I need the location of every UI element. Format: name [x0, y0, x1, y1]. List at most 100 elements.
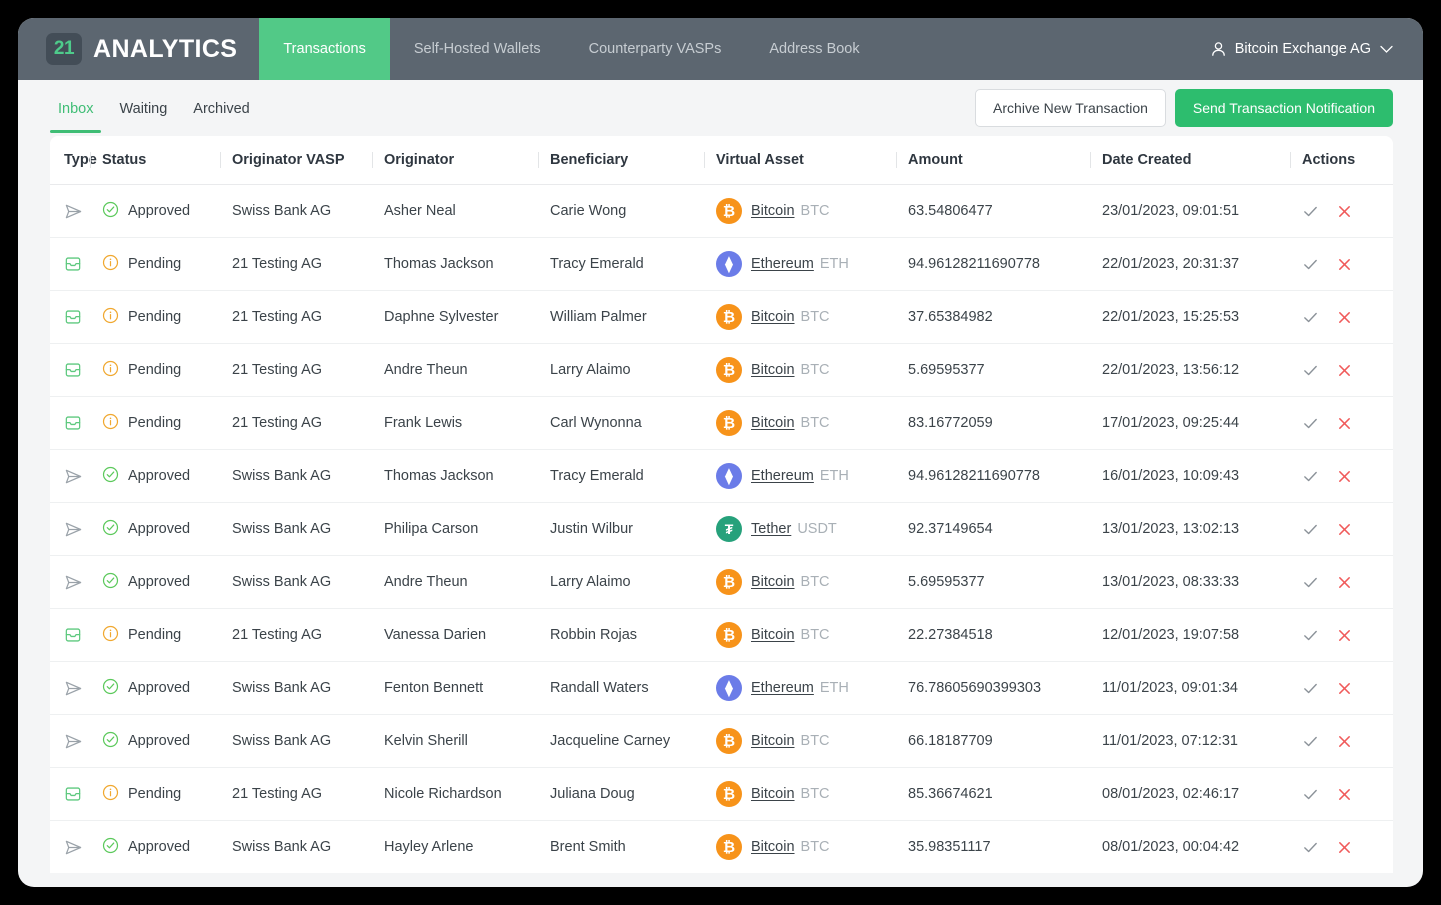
- approve-action-icon[interactable]: [1302, 468, 1319, 485]
- inbox-icon: [64, 626, 92, 644]
- approve-action-icon[interactable]: [1302, 574, 1319, 591]
- cell-beneficiary: Tracy Emerald: [550, 238, 716, 291]
- tab-waiting[interactable]: Waiting: [111, 84, 175, 133]
- approve-action-icon[interactable]: [1302, 203, 1319, 220]
- cell-virtual-asset: ⧫EthereumETH: [716, 662, 908, 715]
- approve-action-icon[interactable]: [1302, 786, 1319, 803]
- cell-originator-vasp: 21 Testing AG: [232, 344, 384, 397]
- approve-action-icon[interactable]: [1302, 627, 1319, 644]
- table-row[interactable]: Pending21 Testing AGAndre TheunLarry Ala…: [50, 344, 1393, 397]
- column-header-virtual-asset[interactable]: Virtual Asset: [716, 136, 908, 185]
- cell-type: [50, 503, 102, 556]
- cell-amount: 85.36674621: [908, 768, 1102, 821]
- asset-ticker: BTC: [801, 627, 830, 643]
- cell-actions: [1302, 503, 1393, 556]
- column-header-beneficiary[interactable]: Beneficiary: [550, 136, 716, 185]
- asset-link[interactable]: Ethereum: [751, 680, 814, 696]
- reject-action-icon[interactable]: [1337, 681, 1352, 696]
- table-row[interactable]: Pending21 Testing AGDaphne SylvesterWill…: [50, 291, 1393, 344]
- brand-logo[interactable]: 21 ANALYTICS: [18, 18, 259, 80]
- cell-originator-vasp: Swiss Bank AG: [232, 662, 384, 715]
- cell-type: [50, 397, 102, 450]
- transactions-card: Type Status Originator VASP Originator B…: [50, 136, 1393, 873]
- asset-link[interactable]: Bitcoin: [751, 415, 795, 431]
- asset-link[interactable]: Bitcoin: [751, 574, 795, 590]
- cell-originator-vasp: Swiss Bank AG: [232, 503, 384, 556]
- send-icon: [64, 732, 92, 751]
- approve-action-icon[interactable]: [1302, 521, 1319, 538]
- table-row[interactable]: Pending21 Testing AGNicole RichardsonJul…: [50, 768, 1393, 821]
- logo-wordmark: ANALYTICS: [93, 35, 237, 64]
- nav-label: Counterparty VASPs: [589, 41, 722, 57]
- cell-virtual-asset: ₿BitcoinBTC: [716, 185, 908, 238]
- nav-item-self-hosted-wallets[interactable]: Self-Hosted Wallets: [390, 18, 565, 80]
- app-window: 21 ANALYTICS Transactions Self-Hosted Wa…: [18, 18, 1423, 887]
- column-header-status[interactable]: Status: [102, 136, 232, 185]
- reject-action-icon[interactable]: [1337, 734, 1352, 749]
- asset-link[interactable]: Tether: [751, 521, 791, 537]
- approve-action-icon[interactable]: [1302, 415, 1319, 432]
- nav-item-transactions[interactable]: Transactions: [259, 18, 389, 80]
- approve-action-icon[interactable]: [1302, 362, 1319, 379]
- reject-action-icon[interactable]: [1337, 469, 1352, 484]
- table-row[interactable]: ApprovedSwiss Bank AGFenton BennettRanda…: [50, 662, 1393, 715]
- table-header-row: Type Status Originator VASP Originator B…: [50, 136, 1393, 185]
- reject-action-icon[interactable]: [1337, 840, 1352, 855]
- approve-action-icon[interactable]: [1302, 839, 1319, 856]
- asset-link[interactable]: Bitcoin: [751, 627, 795, 643]
- send-icon: [64, 838, 92, 857]
- reject-action-icon[interactable]: [1337, 257, 1352, 272]
- reject-action-icon[interactable]: [1337, 416, 1352, 431]
- table-row[interactable]: Pending21 Testing AGVanessa DarienRobbin…: [50, 609, 1393, 662]
- approve-action-icon[interactable]: [1302, 256, 1319, 273]
- table-row[interactable]: ApprovedSwiss Bank AGHayley ArleneBrent …: [50, 821, 1393, 874]
- table-row[interactable]: Pending21 Testing AGFrank LewisCarl Wyno…: [50, 397, 1393, 450]
- archive-new-transaction-button[interactable]: Archive New Transaction: [975, 89, 1166, 127]
- cell-beneficiary: Tracy Emerald: [550, 450, 716, 503]
- reject-action-icon[interactable]: [1337, 204, 1352, 219]
- nav-item-address-book[interactable]: Address Book: [745, 18, 883, 80]
- reject-action-icon[interactable]: [1337, 575, 1352, 590]
- cell-type: [50, 768, 102, 821]
- cell-virtual-asset: ₿BitcoinBTC: [716, 821, 908, 874]
- asset-link[interactable]: Ethereum: [751, 468, 814, 484]
- column-header-originator-vasp[interactable]: Originator VASP: [232, 136, 384, 185]
- reject-action-icon[interactable]: [1337, 310, 1352, 325]
- asset-link[interactable]: Bitcoin: [751, 733, 795, 749]
- cell-type: [50, 556, 102, 609]
- asset-link[interactable]: Bitcoin: [751, 839, 795, 855]
- approve-action-icon[interactable]: [1302, 680, 1319, 697]
- inbox-icon: [64, 414, 92, 432]
- column-header-actions: Actions: [1302, 136, 1393, 185]
- column-header-date-created[interactable]: Date Created: [1102, 136, 1302, 185]
- cell-originator-vasp: Swiss Bank AG: [232, 715, 384, 768]
- send-transaction-notification-button[interactable]: Send Transaction Notification: [1175, 89, 1393, 127]
- reject-action-icon[interactable]: [1337, 522, 1352, 537]
- table-row[interactable]: ApprovedSwiss Bank AGThomas JacksonTracy…: [50, 450, 1393, 503]
- column-header-type[interactable]: Type: [50, 136, 102, 185]
- tab-archived[interactable]: Archived: [185, 84, 257, 133]
- table-row[interactable]: ApprovedSwiss Bank AGAndre TheunLarry Al…: [50, 556, 1393, 609]
- nav-item-counterparty-vasps[interactable]: Counterparty VASPs: [565, 18, 746, 80]
- table-row[interactable]: Pending21 Testing AGThomas JacksonTracy …: [50, 238, 1393, 291]
- approve-action-icon[interactable]: [1302, 733, 1319, 750]
- table-row[interactable]: ApprovedSwiss Bank AGKelvin SherillJacqu…: [50, 715, 1393, 768]
- cell-originator: Nicole Richardson: [384, 768, 550, 821]
- asset-link[interactable]: Bitcoin: [751, 786, 795, 802]
- user-menu[interactable]: Bitcoin Exchange AG: [1211, 18, 1393, 80]
- cell-amount: 22.27384518: [908, 609, 1102, 662]
- table-row[interactable]: ApprovedSwiss Bank AGAsher NealCarie Won…: [50, 185, 1393, 238]
- reject-action-icon[interactable]: [1337, 363, 1352, 378]
- asset-link[interactable]: Bitcoin: [751, 309, 795, 325]
- column-header-originator[interactable]: Originator: [384, 136, 550, 185]
- column-header-amount[interactable]: Amount: [908, 136, 1102, 185]
- asset-link[interactable]: Bitcoin: [751, 362, 795, 378]
- asset-link[interactable]: Ethereum: [751, 256, 814, 272]
- cell-originator-vasp: 21 Testing AG: [232, 291, 384, 344]
- table-row[interactable]: ApprovedSwiss Bank AGPhilipa CarsonJusti…: [50, 503, 1393, 556]
- asset-link[interactable]: Bitcoin: [751, 203, 795, 219]
- reject-action-icon[interactable]: [1337, 787, 1352, 802]
- reject-action-icon[interactable]: [1337, 628, 1352, 643]
- tab-inbox[interactable]: Inbox: [50, 84, 101, 133]
- approve-action-icon[interactable]: [1302, 309, 1319, 326]
